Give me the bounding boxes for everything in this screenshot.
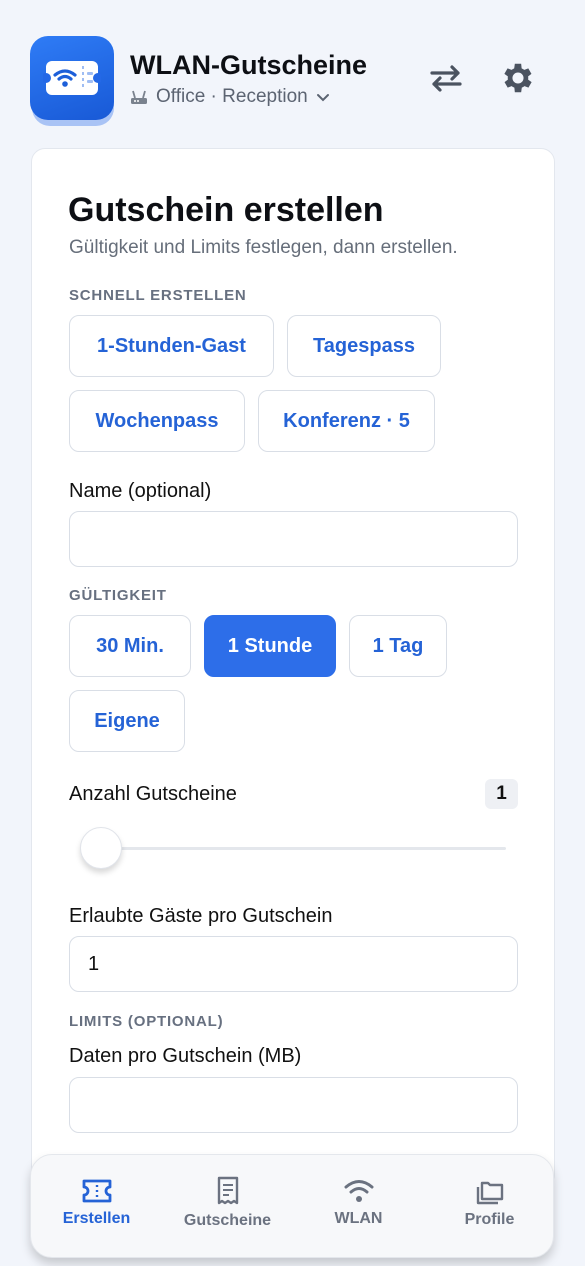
voucher-count-slider-thumb[interactable] [80, 827, 122, 869]
guests-label: Erlaubte Gäste pro Gutschein [69, 905, 333, 927]
voucher-count-value: 1 [485, 779, 518, 809]
preset-1h-guest-button[interactable]: 1-Stunden-Gast [69, 315, 274, 377]
validity-1h-button[interactable]: 1 Stunde [204, 615, 336, 677]
router-icon [131, 90, 147, 104]
limits-label: LIMITS (OPTIONAL) [69, 1013, 224, 1030]
wifi-icon [344, 1180, 373, 1202]
profile-name: Office · Reception [156, 86, 308, 107]
data-limit-input[interactable] [69, 1077, 518, 1133]
gear-icon [504, 63, 532, 93]
nav-create[interactable]: Erstellen [31, 1155, 162, 1251]
app-title: WLAN-Gutscheine [130, 50, 368, 80]
preset-week-pass-button[interactable]: Wochenpass [69, 390, 245, 452]
chevron-down-icon [316, 94, 329, 102]
name-input[interactable] [69, 511, 518, 567]
preset-day-pass-button[interactable]: Tagespass [287, 315, 441, 377]
name-label: Name (optional) [69, 480, 212, 502]
ticket-icon [82, 1179, 111, 1203]
nav-vouchers[interactable]: Gutscheine [162, 1155, 293, 1251]
validity-label: GÜLTIGKEIT [69, 587, 167, 604]
validity-30min-button[interactable]: 30 Min. [69, 615, 191, 677]
nav-profiles[interactable]: Profile [424, 1155, 555, 1251]
app-icon [30, 36, 114, 126]
validity-custom-button[interactable]: Eigene [69, 690, 185, 752]
guests-input[interactable] [69, 936, 518, 992]
switch-button[interactable] [426, 58, 466, 98]
swap-arrows-icon [430, 65, 462, 92]
voucher-count-slider-track[interactable] [102, 847, 506, 850]
receipt-icon [217, 1176, 238, 1205]
quick-create-label: SCHNELL ERSTELLEN [69, 287, 247, 304]
app-header: WLAN-Gutscheine Office · Reception [0, 0, 585, 140]
data-limit-label: Daten pro Gutschein (MB) [69, 1045, 302, 1067]
settings-button[interactable] [498, 58, 538, 98]
profile-selector[interactable]: Office · Reception [130, 86, 330, 108]
page-title: Gutschein erstellen [68, 191, 384, 229]
folders-icon [476, 1181, 503, 1205]
voucher-count-label: Anzahl Gutscheine [69, 783, 237, 805]
bottom-nav: Erstellen Gutscheine WLAN Profile [30, 1154, 554, 1258]
wifi-ticket-icon [43, 61, 101, 95]
nav-wifi[interactable]: WLAN [293, 1155, 424, 1251]
page-subtitle: Gültigkeit und Limits festlegen, dann er… [69, 237, 458, 258]
create-voucher-card: Gutschein erstellen Gültigkeit und Limit… [31, 148, 555, 1188]
validity-1day-button[interactable]: 1 Tag [349, 615, 447, 677]
preset-conference-button[interactable]: Konferenz · 5 [258, 390, 435, 452]
